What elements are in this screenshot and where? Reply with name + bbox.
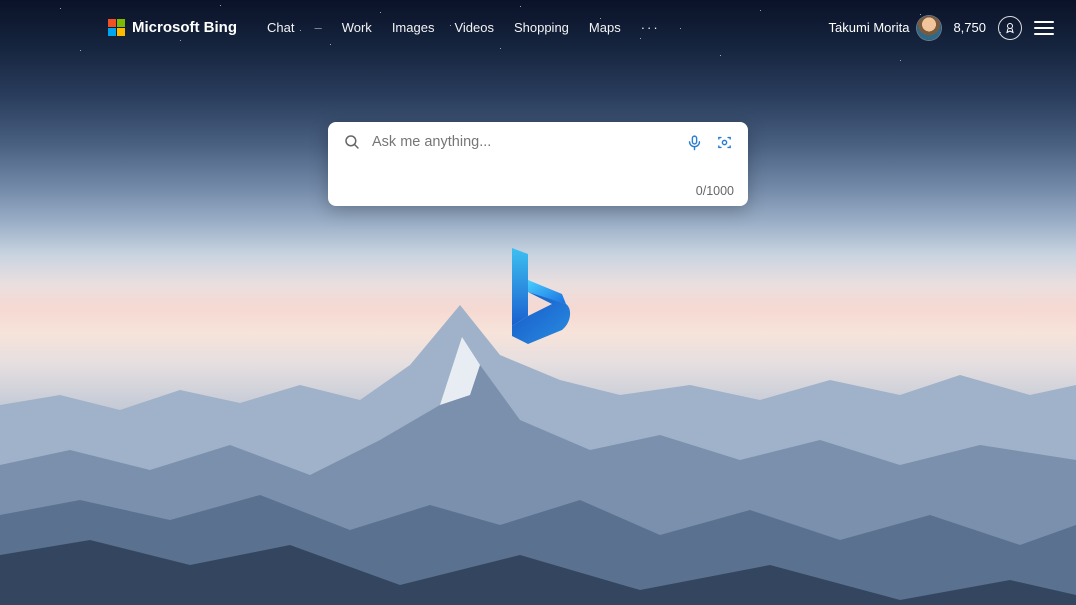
top-nav: Chat – Work Images Videos Shopping Maps … bbox=[267, 20, 660, 35]
user-account[interactable]: Takumi Morita bbox=[829, 16, 942, 40]
user-name: Takumi Morita bbox=[829, 20, 910, 35]
header-right: Takumi Morita 8,750 bbox=[829, 16, 1054, 40]
rewards-points[interactable]: 8,750 bbox=[953, 20, 986, 35]
microsoft-logo-icon bbox=[108, 19, 125, 36]
nav-shopping[interactable]: Shopping bbox=[514, 20, 569, 35]
user-avatar bbox=[917, 16, 941, 40]
header-bar: Microsoft Bing Chat – Work Images Videos… bbox=[0, 0, 1076, 55]
nav-chat[interactable]: Chat bbox=[267, 20, 294, 35]
rewards-icon[interactable] bbox=[998, 16, 1022, 40]
nav-more[interactable]: ··· bbox=[641, 20, 660, 35]
mic-icon[interactable] bbox=[684, 132, 704, 152]
search-icon bbox=[342, 132, 362, 152]
search-input[interactable] bbox=[372, 134, 674, 150]
brand-logo[interactable]: Microsoft Bing bbox=[108, 19, 237, 36]
nav-work[interactable]: Work bbox=[342, 20, 372, 35]
nav-maps[interactable]: Maps bbox=[589, 20, 621, 35]
nav-videos[interactable]: Videos bbox=[454, 20, 494, 35]
brand-text: Microsoft Bing bbox=[132, 19, 237, 36]
bing-logo-icon bbox=[502, 246, 574, 351]
search-container: 0/1000 bbox=[328, 122, 748, 206]
search-box[interactable]: 0/1000 bbox=[328, 122, 748, 206]
nav-images[interactable]: Images bbox=[392, 20, 435, 35]
hamburger-menu-icon[interactable] bbox=[1034, 21, 1054, 35]
nav-separator: – bbox=[314, 20, 321, 35]
image-search-icon[interactable] bbox=[714, 132, 734, 152]
char-counter: 0/1000 bbox=[696, 184, 734, 198]
